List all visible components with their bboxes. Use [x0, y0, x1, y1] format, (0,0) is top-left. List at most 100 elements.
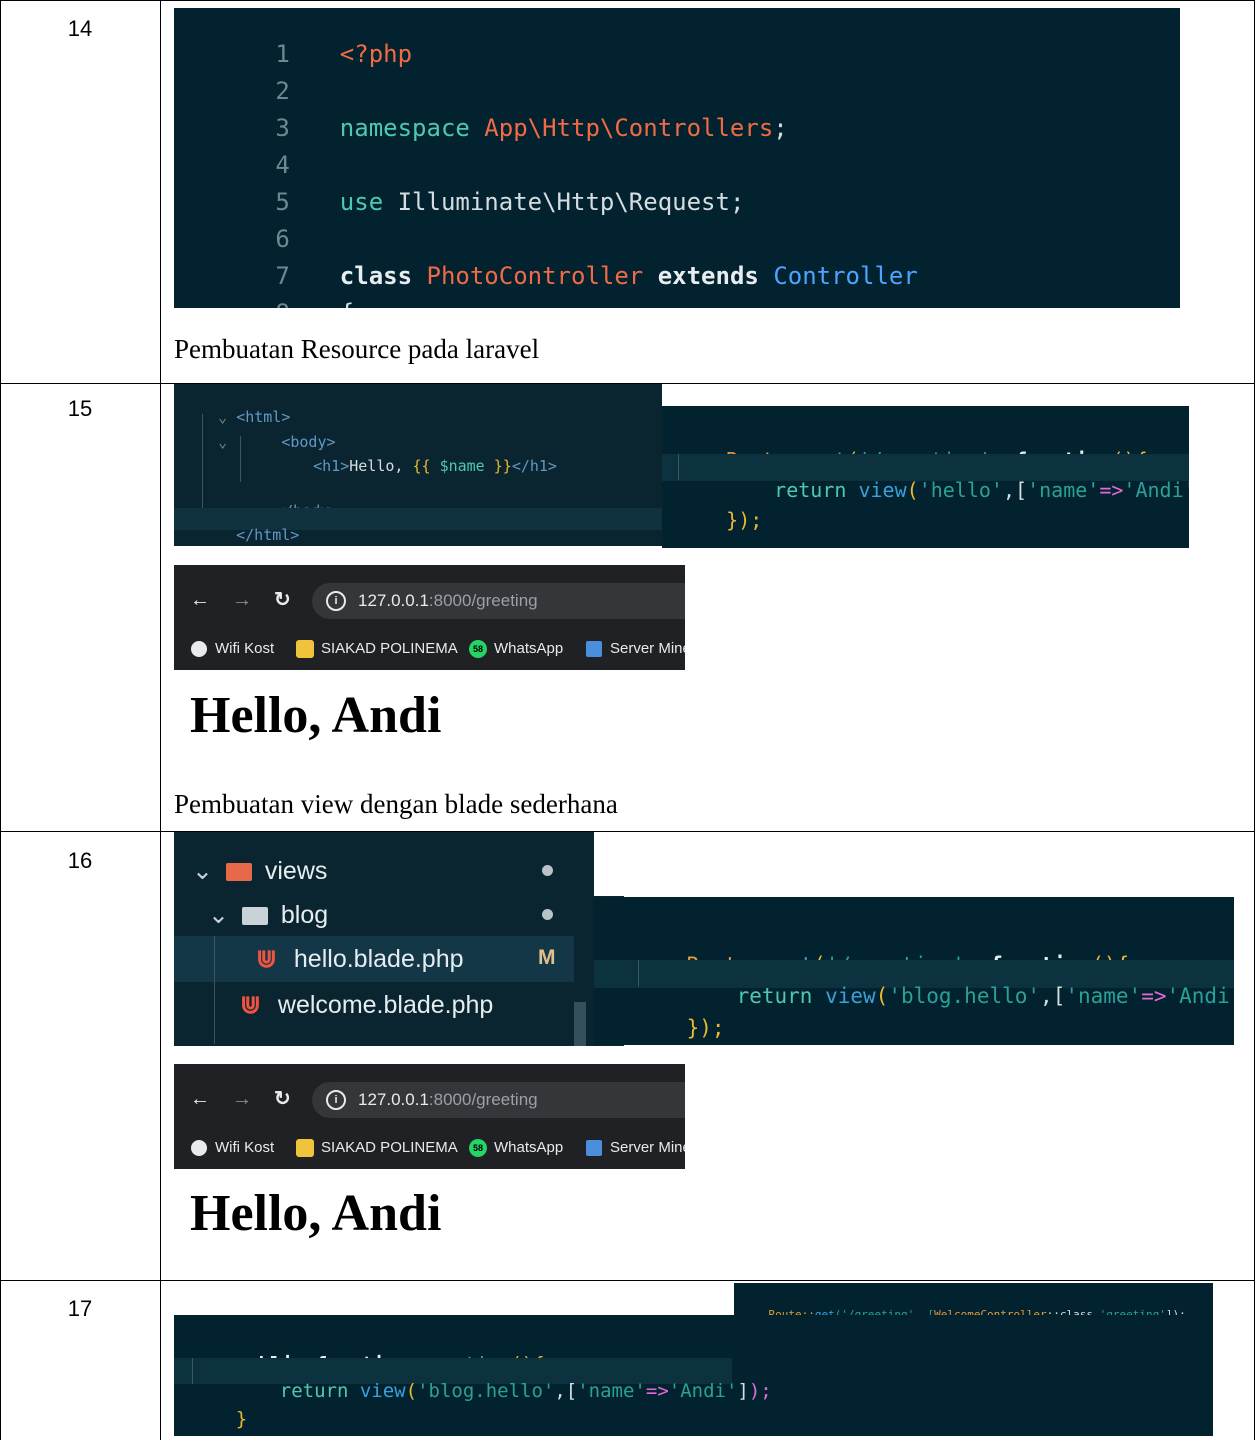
blade-close: }} — [493, 457, 512, 475]
row-caption: Pembuatan Resource pada laravel — [174, 334, 540, 364]
bookmark-siakad-polinema[interactable]: SIAKAD POLINEMA — [321, 1139, 458, 1156]
php-open-tag: <?php — [339, 40, 413, 68]
bookmark-wifi-kost[interactable]: Wifi Kost — [215, 640, 274, 657]
table-border-left — [0, 0, 1, 1440]
semicolon: ; — [773, 114, 788, 142]
scrollbar[interactable] — [574, 1002, 586, 1046]
page-heading: Hello, Andi — [190, 1185, 442, 1242]
bookmark-wifi-kost[interactable]: Wifi Kost — [215, 1139, 274, 1156]
row-number: 14 — [67, 16, 93, 41]
folder-icon — [241, 907, 268, 925]
view-function: view — [825, 984, 876, 1008]
code-line: </html> — [174, 508, 662, 544]
server-icon — [586, 641, 602, 657]
polinema-logo-icon — [296, 640, 314, 658]
parent-class-name: Controller — [773, 262, 918, 290]
indent-guide — [638, 960, 639, 987]
code-editor-route-greeting: Route::get('/greeting', function(){ retu… — [662, 406, 1189, 548]
reload-icon[interactable]: ↻ — [274, 587, 291, 612]
h1-tag: <h1> — [313, 457, 350, 475]
whatsapp-icon: 58 — [469, 1139, 487, 1157]
line-number: 8 — [232, 299, 289, 308]
address-bar[interactable]: i 127.0.0.1:8000/greeting — [312, 583, 685, 619]
git-status-modified: M — [538, 946, 556, 969]
code-editor-hello-blade: ⌄ <html> ⌄ <body> <h1>Hello, {{ $name }}… — [174, 384, 662, 546]
blog-label: blog — [280, 901, 329, 929]
polinema-logo-icon — [296, 1139, 314, 1157]
row-number: 15 — [67, 396, 93, 421]
view-name: 'blog.hello' — [417, 1380, 555, 1402]
blade-variable: $name — [439, 457, 485, 475]
laravel-icon: ⋓ — [240, 991, 261, 1019]
class-name: PhotoController — [426, 262, 644, 290]
modified-dot — [542, 909, 553, 920]
info-icon[interactable]: i — [326, 591, 346, 611]
forward-icon[interactable]: → — [232, 1088, 252, 1111]
browser-window: ← → ↻ i 127.0.0.1:8000/greeting Wifi Kos… — [174, 565, 685, 670]
blog-folder[interactable]: ⌄ blog — [208, 900, 328, 930]
code-line: return view('blog.hello',['name'=>'Andi'… — [594, 960, 1234, 1008]
reload-icon[interactable]: ↻ — [274, 1086, 291, 1111]
bookmark-server-mine[interactable]: Server Mine — [610, 1139, 685, 1156]
h1-close-tag: </h1> — [511, 457, 557, 475]
indent-guide — [214, 936, 215, 1044]
tree-top-strip — [594, 832, 624, 896]
address-bar[interactable]: i 127.0.0.1:8000/greeting — [312, 1082, 685, 1118]
row-number: 17 — [67, 1296, 93, 1321]
back-icon[interactable]: ← — [190, 1088, 210, 1111]
file-explorer: ⌄ views ⌄ blog ⋓ hello.blade.php M ⋓ wel… — [174, 832, 624, 1046]
return-keyword: return — [279, 1380, 360, 1402]
array-key: 'name' — [1027, 478, 1100, 502]
view-function: view — [359, 1380, 406, 1402]
whatsapp-badge: 58 — [472, 644, 483, 654]
closing: } — [235, 1408, 248, 1430]
code-editor-photo-controller: 1 <?php 2 3 namespace App\Http\Controllers… — [174, 8, 1180, 308]
arrow: => — [645, 1380, 669, 1402]
return-keyword: return — [774, 478, 859, 502]
bookmark-whatsapp[interactable]: WhatsApp — [494, 1139, 563, 1156]
url-host: 127.0.0.1 — [358, 591, 429, 610]
bookmarks-bar: Wifi Kost SIAKAD POLINEMA 58 WhatsApp Se… — [174, 1130, 685, 1166]
server-icon — [586, 1140, 602, 1156]
closing: }); — [726, 508, 763, 532]
info-icon[interactable]: i — [326, 1090, 346, 1110]
use-name: Illuminate\Http\Request — [397, 188, 730, 216]
chevron-down-icon: ⌄ — [192, 857, 213, 885]
code-line: } — [190, 1386, 247, 1436]
code-line: Route::get('/greeting', [WelcomeControll… — [742, 1295, 1186, 1317]
paren: ( — [875, 984, 889, 1008]
url-path: :8000/greeting — [428, 591, 538, 610]
code-editor-greeting-method: public function greeting(){ return view(… — [174, 1315, 1213, 1436]
paren: ); — [748, 1380, 772, 1402]
url-host: 127.0.0.1 — [358, 1090, 429, 1109]
file-hello-blade[interactable]: ⋓ hello.blade.php — [256, 944, 464, 974]
code-line: }); — [636, 992, 725, 1045]
table-border-top — [0, 0, 1255, 1]
h1-text: Hello, — [349, 457, 413, 475]
row-number: 16 — [67, 848, 93, 873]
semicolon: ; — [729, 188, 745, 216]
bookmark-whatsapp[interactable]: WhatsApp — [494, 640, 563, 657]
arrow: => — [1141, 984, 1167, 1008]
back-icon[interactable]: ← — [190, 589, 210, 612]
code-line: return view('hello',['name'=>'Andi']); — [662, 454, 1189, 502]
url-text: 127.0.0.1:8000/greeting — [358, 591, 538, 611]
view-function: view — [858, 478, 907, 502]
array-key: 'name' — [1065, 984, 1142, 1008]
forward-icon[interactable]: → — [232, 589, 252, 612]
comma: ,[ — [554, 1380, 578, 1402]
views-folder[interactable]: ⌄ views — [192, 856, 327, 886]
table-column-divider — [160, 0, 161, 1440]
keyword: extends — [657, 262, 759, 290]
code-editor-route-controller: Route::get('/greeting', [WelcomeControll… — [734, 1283, 1213, 1317]
array-value: 'Andi' — [668, 1380, 738, 1402]
paren: ( — [906, 478, 919, 502]
view-name: 'hello' — [918, 478, 1003, 502]
keyword: namespace — [339, 114, 470, 142]
bookmark-siakad-polinema[interactable]: SIAKAD POLINEMA — [321, 640, 458, 657]
file-welcome-blade[interactable]: ⋓ welcome.blade.php — [240, 990, 493, 1020]
blade-open: {{ — [412, 457, 431, 475]
views-label: views — [264, 857, 328, 885]
bookmark-server-mine[interactable]: Server Mine — [610, 640, 685, 657]
whatsapp-icon: 58 — [469, 640, 487, 658]
